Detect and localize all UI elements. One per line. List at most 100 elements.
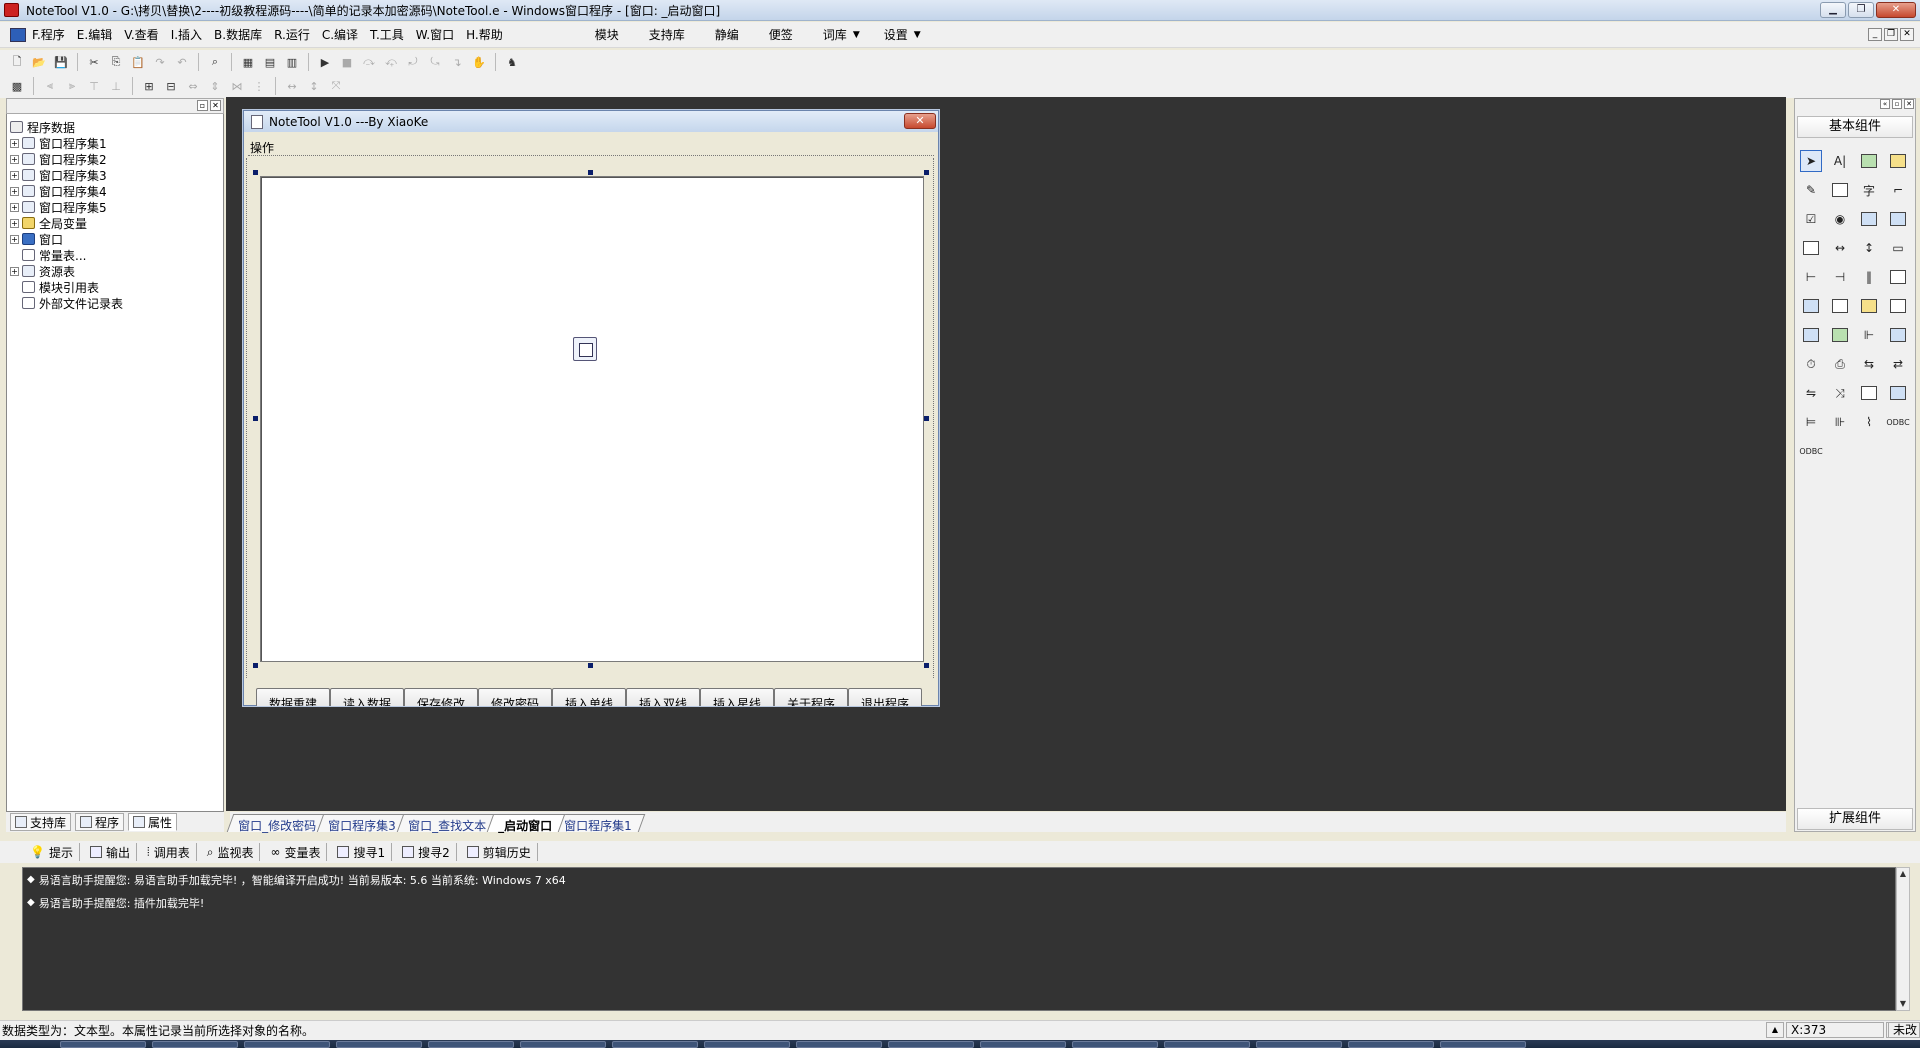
taskbar-item[interactable] (1072, 1041, 1158, 1048)
expand-icon[interactable]: + (10, 218, 19, 228)
step-3-icon[interactable]: ⤾ (404, 53, 422, 71)
step-5-icon[interactable]: ↴ (448, 53, 466, 71)
find-icon[interactable]: ⌕ (206, 53, 224, 71)
progress-bar-icon[interactable]: ▭ (1887, 237, 1909, 259)
paste-icon[interactable]: 📋 (129, 53, 147, 71)
open-folder-icon[interactable]: 📂 (30, 53, 48, 71)
scroll-v-icon[interactable]: ↕ (1858, 237, 1880, 259)
menu-settings[interactable]: 设置 (884, 26, 908, 43)
selection-handle[interactable] (924, 663, 929, 668)
tree-root[interactable]: 程序数据 (10, 119, 220, 135)
space-v-icon[interactable]: ⋮ (250, 77, 268, 95)
taskbar-item[interactable] (520, 1041, 606, 1048)
tab-output[interactable]: 输出 (84, 843, 137, 861)
expand-icon[interactable] (10, 283, 19, 292)
toolbar-control-icon[interactable] (1800, 324, 1822, 346)
network-server-icon[interactable]: ⇄ (1887, 353, 1909, 375)
selection-handle[interactable] (924, 416, 929, 421)
tab-call-stack[interactable]: ⦙ 调用表 (141, 843, 197, 861)
data-provider-icon[interactable]: ⤨ (1829, 382, 1851, 404)
dictionary-dropdown-icon[interactable]: ▼ (853, 30, 860, 40)
splitter-icon[interactable]: ‖ (1858, 266, 1880, 288)
tab-support-library[interactable]: 支持库 (10, 813, 72, 831)
insert-star-line-button[interactable]: 插入星线 (700, 688, 774, 706)
form-menu-operations[interactable]: 操作 (250, 139, 274, 156)
save-changes-button[interactable]: 保存修改 (404, 688, 478, 706)
menu-help[interactable]: H.帮助 (466, 26, 503, 43)
selection-handle[interactable] (253, 663, 258, 668)
list-box-icon[interactable] (1887, 208, 1909, 230)
taskbar-item[interactable] (704, 1041, 790, 1048)
layout-3-icon[interactable]: ▥ (283, 53, 301, 71)
close-button[interactable]: ✕ (1876, 2, 1916, 18)
selection-handle[interactable] (924, 170, 929, 175)
menu-module[interactable]: 模块 (595, 26, 619, 43)
exit-button[interactable]: 退出程序 (848, 688, 922, 706)
tab-hint[interactable]: 💡 提示 (24, 843, 80, 861)
calendar-icon[interactable] (1887, 324, 1909, 346)
step-1-icon[interactable]: ⤼ (360, 53, 378, 71)
taskbar-item[interactable] (428, 1041, 514, 1048)
center-vertical-icon[interactable]: ⊟ (162, 77, 180, 95)
layout-1-icon[interactable]: ▦ (239, 53, 257, 71)
taskbar-item[interactable] (980, 1041, 1066, 1048)
document-file-icon[interactable] (1887, 295, 1909, 317)
scroll-up-icon[interactable]: ▲ (1897, 868, 1909, 880)
size-both-icon[interactable]: ⤧ (327, 77, 345, 95)
combo-box-icon[interactable] (1858, 208, 1880, 230)
picture-box-icon[interactable] (1858, 150, 1880, 172)
menu-support-library[interactable]: 支持库 (649, 26, 685, 43)
db-table-icon[interactable]: ⊨ (1800, 411, 1822, 433)
expand-icon[interactable]: + (10, 154, 19, 164)
selection-handle[interactable] (588, 170, 593, 175)
taskbar-item[interactable] (1256, 1041, 1342, 1048)
rebuild-data-button[interactable]: 数据重建 (256, 688, 330, 706)
shape-icon[interactable] (1887, 150, 1909, 172)
odbc-provider-icon[interactable]: ODBC (1799, 440, 1822, 462)
tree-item[interactable]: + 全局变量 (10, 215, 220, 231)
align-right-icon[interactable]: ⫸ (63, 77, 81, 95)
change-password-button[interactable]: 修改密码 (478, 688, 552, 706)
menu-static-compile[interactable]: 静编 (715, 26, 739, 43)
space-h-icon[interactable]: ⋈ (228, 77, 246, 95)
tree-item[interactable]: + 资源表 (10, 263, 220, 279)
multi-list-icon[interactable] (1800, 237, 1822, 259)
chart-icon[interactable]: ⌇ (1858, 411, 1880, 433)
tab-properties[interactable]: 属性 (128, 813, 178, 831)
about-button[interactable]: 关于程序 (774, 688, 848, 706)
menu-database[interactable]: B.数据库 (214, 26, 262, 43)
menu-insert[interactable]: I.插入 (171, 26, 202, 43)
taskbar-item[interactable] (1164, 1041, 1250, 1048)
text-edit-box[interactable] (260, 176, 924, 662)
status-bar-icon[interactable] (1829, 324, 1851, 346)
draw-box-icon[interactable]: ✎ (1800, 179, 1822, 201)
cut-icon[interactable]: ✂ (85, 53, 103, 71)
radio-button-icon[interactable]: ◉ (1829, 208, 1851, 230)
menu-notes[interactable]: 便签 (769, 26, 793, 43)
selection-handle[interactable] (253, 170, 258, 175)
expand-icon[interactable]: + (10, 170, 19, 180)
db-link-icon[interactable]: ⊪ (1829, 411, 1851, 433)
document-tab[interactable]: 窗口_查找文本 (396, 814, 499, 833)
insert-single-line-button[interactable]: 插入单线 (552, 688, 626, 706)
expand-icon[interactable]: + (10, 202, 19, 212)
load-data-button[interactable]: 读入数据 (330, 688, 404, 706)
network-client-icon[interactable]: ⇆ (1858, 353, 1880, 375)
scroll-h-icon[interactable]: ↔ (1829, 237, 1851, 259)
new-file-icon[interactable]: 🗋 (8, 53, 26, 71)
tree-item[interactable]: + 窗口程序集4 (10, 183, 220, 199)
group-box-icon[interactable] (1829, 179, 1851, 201)
form-close-button[interactable]: ✕ (904, 113, 936, 129)
timer-icon[interactable]: ⏱ (1800, 353, 1822, 375)
menu-tools[interactable]: T.工具 (370, 26, 404, 43)
grid-table-icon[interactable] (1800, 295, 1822, 317)
selection-handle[interactable] (253, 416, 258, 421)
expand-icon[interactable]: + (10, 266, 19, 276)
taskbar-item[interactable] (796, 1041, 882, 1048)
restore-button[interactable]: ❐ (1848, 2, 1874, 18)
document-tab[interactable]: 窗口程序集3 (316, 814, 409, 833)
tab-control-icon[interactable] (1887, 266, 1909, 288)
document-tab[interactable]: _启动窗口 (486, 814, 565, 833)
mdi-minimize-button[interactable]: _ (1868, 28, 1882, 41)
expand-icon[interactable] (10, 299, 19, 308)
